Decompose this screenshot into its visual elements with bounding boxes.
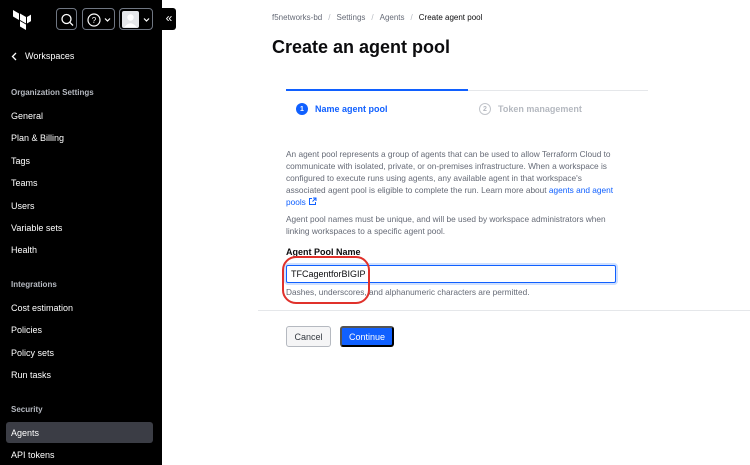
external-link-icon xyxy=(309,197,317,205)
back-label: Workspaces xyxy=(25,51,75,61)
sidebar-item-plan-billing[interactable]: Plan & Billing xyxy=(11,133,64,143)
sidebar-item-health[interactable]: Health xyxy=(11,245,37,255)
sidebar-item-variable-sets[interactable]: Variable sets xyxy=(11,223,62,233)
continue-button[interactable]: Continue xyxy=(340,326,394,347)
breadcrumb-org[interactable]: f5networks-bd xyxy=(272,13,322,22)
page-title: Create an agent pool xyxy=(272,37,451,57)
breadcrumb-agents[interactable]: Agents xyxy=(380,13,405,22)
breadcrumb: f5networks-bd / Settings / Agents / Crea… xyxy=(272,13,482,22)
step-label: Token management xyxy=(498,104,582,114)
user-menu-button[interactable] xyxy=(119,8,153,30)
step-name-agent-pool: 1 Name agent pool xyxy=(296,103,388,115)
sidebar-item-run-tasks[interactable]: Run tasks xyxy=(11,370,51,380)
breadcrumb-settings[interactable]: Settings xyxy=(336,13,365,22)
avatar xyxy=(122,11,150,28)
breadcrumb-separator: / xyxy=(328,13,331,22)
back-to-workspaces-link[interactable]: Workspaces xyxy=(11,51,74,61)
section-title-integrations: Integrations xyxy=(11,280,57,289)
sidebar-item-general[interactable]: General xyxy=(11,111,43,121)
steps-progress xyxy=(286,89,468,91)
sidebar-item-users[interactable]: Users xyxy=(11,201,35,211)
sidebar-item-policies[interactable]: Policies xyxy=(11,325,42,335)
collapse-sidebar-button[interactable]: « xyxy=(162,8,176,30)
sidebar-item-api-tokens[interactable]: API tokens xyxy=(11,450,55,460)
help-menu-button[interactable]: ? xyxy=(82,8,115,30)
uniqueness-note: Agent pool names must be unique, and wil… xyxy=(286,214,606,236)
terraform-logo[interactable] xyxy=(10,8,32,30)
sidebar-item-label: Agents xyxy=(11,428,40,438)
search-icon xyxy=(61,13,74,26)
step-number: 2 xyxy=(479,103,491,115)
chevron-down-icon xyxy=(104,18,111,22)
description-text: An agent pool represents a group of agen… xyxy=(286,148,618,208)
chevron-left-icon xyxy=(11,52,17,60)
step-label: Name agent pool xyxy=(315,104,388,114)
chevron-down-icon xyxy=(143,18,150,22)
sidebar: ? Workspaces Organization Settings Gener… xyxy=(0,0,162,465)
breadcrumb-separator: / xyxy=(371,13,374,22)
cancel-button[interactable]: Cancel xyxy=(286,326,331,347)
annotation-highlight-circle xyxy=(282,256,370,304)
step-number: 1 xyxy=(296,103,308,115)
search-button[interactable] xyxy=(56,8,77,30)
sidebar-item-cost-estimation[interactable]: Cost estimation xyxy=(11,303,73,313)
svg-text:?: ? xyxy=(92,16,97,25)
sidebar-item-agents[interactable]: Agents xyxy=(6,422,153,443)
sidebar-item-tags[interactable]: Tags xyxy=(11,156,30,166)
breadcrumb-separator: / xyxy=(410,13,413,22)
breadcrumb-current: Create agent pool xyxy=(418,13,483,22)
section-title-security: Security xyxy=(11,405,43,414)
step-token-management: 2 Token management xyxy=(479,103,582,115)
sidebar-item-teams[interactable]: Teams xyxy=(11,178,38,188)
form-divider xyxy=(258,310,750,311)
sidebar-item-policy-sets[interactable]: Policy sets xyxy=(11,348,54,358)
help-icon: ? xyxy=(87,13,111,27)
section-title-org-settings: Organization Settings xyxy=(11,88,94,97)
